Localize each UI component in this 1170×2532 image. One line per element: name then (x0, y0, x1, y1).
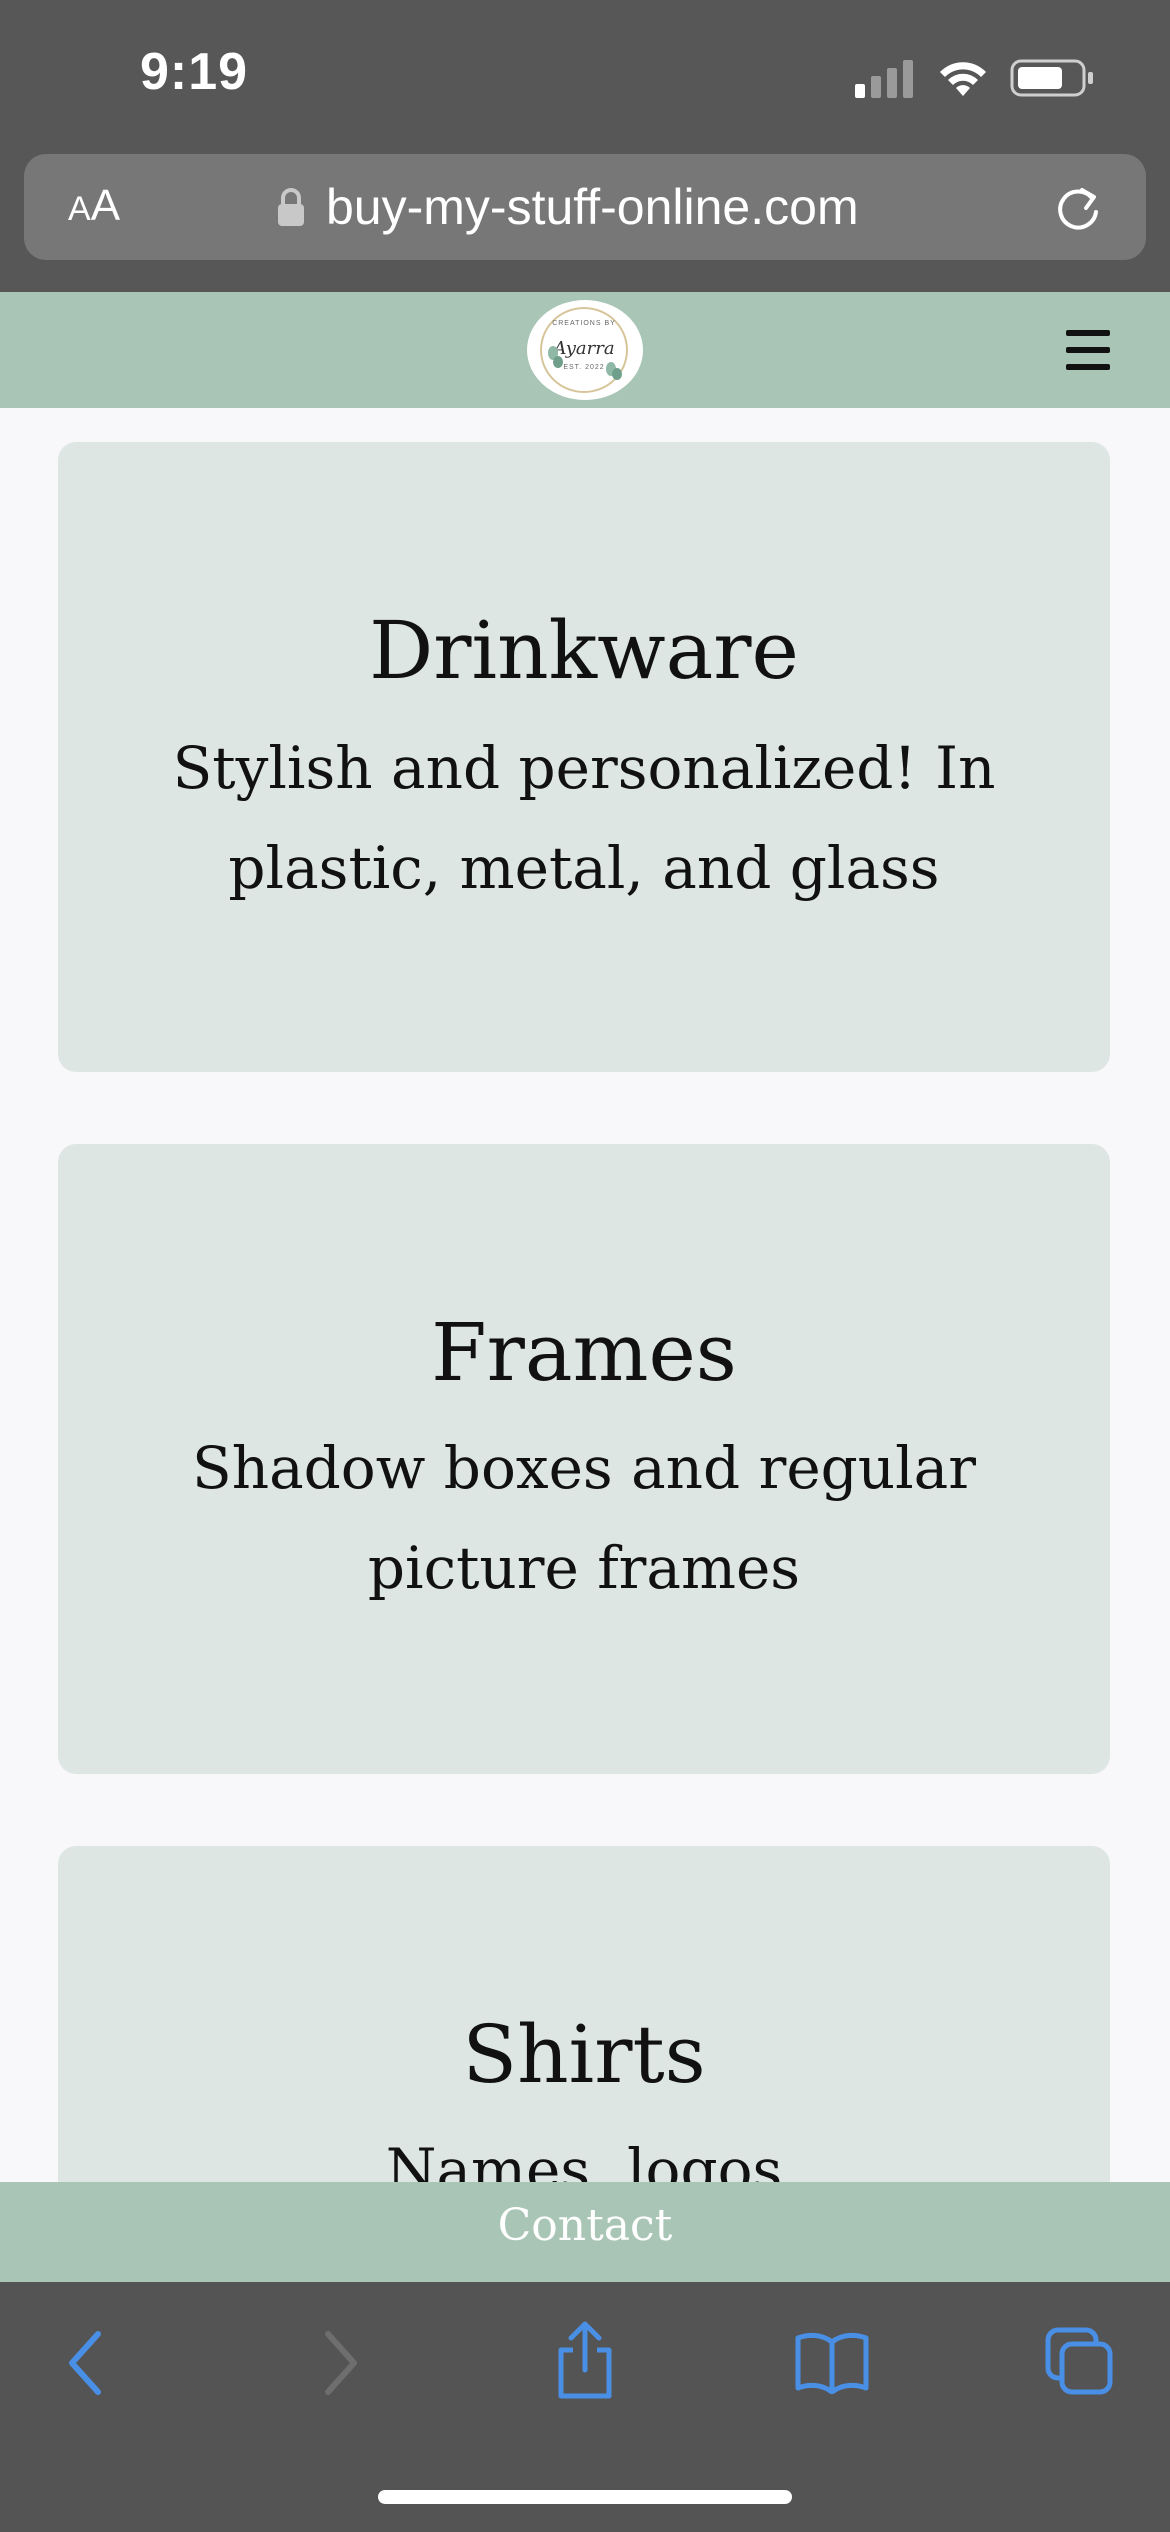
leaf-icon (606, 362, 622, 380)
tabs-icon[interactable] (1044, 2326, 1114, 2396)
leaf-icon (548, 346, 563, 368)
category-card-frames[interactable]: Frames Shadow boxes and regular picture … (58, 1144, 1110, 1774)
share-icon[interactable] (553, 2320, 617, 2400)
logo-text-top: CREATIONS BY (552, 320, 616, 327)
bookmarks-icon[interactable] (794, 2330, 870, 2394)
card-description: Names, logos (385, 2136, 783, 2183)
reader-settings-button[interactable]: AA (68, 181, 120, 231)
status-time: 9:19 (140, 43, 249, 101)
wifi-icon (940, 62, 986, 96)
lock-icon (278, 188, 304, 226)
battery-icon (1010, 59, 1093, 97)
card-description: Stylish and personalized! In plastic, me… (172, 734, 996, 902)
card-title: Drinkware (369, 604, 799, 697)
category-list: Drinkware Stylish and personalized! In p… (0, 408, 1170, 2183)
forward-icon[interactable] (320, 2330, 360, 2396)
card-description: Shadow boxes and regular picture frames (192, 1434, 976, 1602)
cellular-signal-icon (855, 60, 913, 98)
url-text[interactable]: buy-my-stuff-online.com (326, 178, 859, 236)
reload-icon[interactable] (1052, 182, 1104, 234)
card-title: Frames (431, 1306, 737, 1399)
card-title: Shirts (462, 2008, 706, 2101)
category-card-shirts[interactable]: Shirts Names, logos (58, 1846, 1110, 2183)
home-indicator[interactable] (378, 2490, 792, 2504)
category-card-drinkware[interactable]: Drinkware Stylish and personalized! In p… (58, 442, 1110, 1072)
menu-icon[interactable] (1066, 330, 1110, 370)
back-icon[interactable] (66, 2330, 106, 2396)
contact-link[interactable]: Contact (0, 2200, 1170, 2251)
